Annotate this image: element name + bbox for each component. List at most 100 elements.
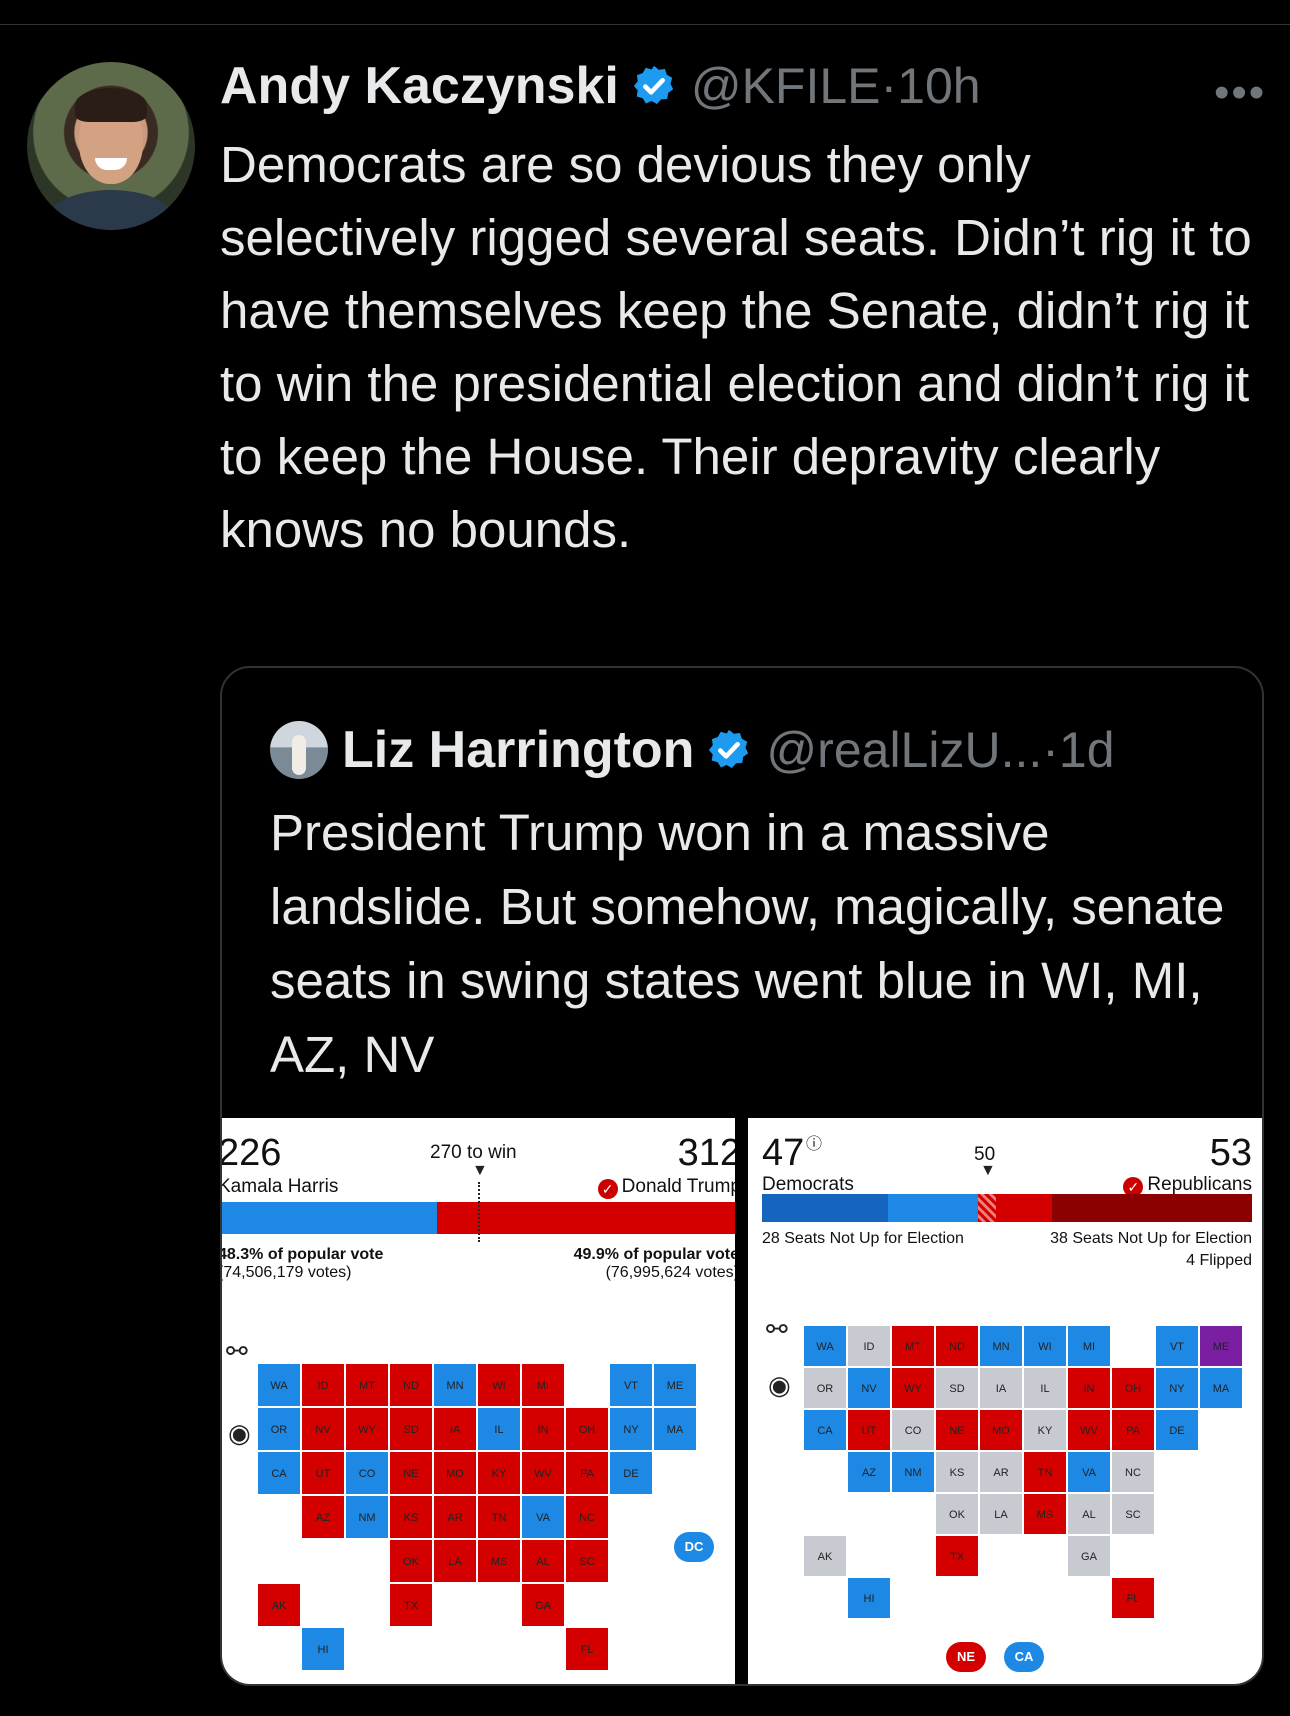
quoted-author-name[interactable]: Liz Harrington [342, 720, 694, 780]
state-label-ky: KY [1038, 1425, 1053, 1437]
state-label-nd: ND [403, 1380, 419, 1392]
state-label-in: IN [1084, 1383, 1095, 1395]
state-label-la: LA [448, 1556, 462, 1568]
verified-badge-icon [633, 65, 673, 105]
state-label-nm: NM [904, 1467, 921, 1479]
threshold-arrow-icon: ▼ [472, 1162, 488, 1179]
state-label-il: IL [1040, 1383, 1049, 1395]
state-label-vt: VT [624, 1380, 638, 1392]
state-label-ok: OK [949, 1509, 966, 1521]
info-icon[interactable]: ⓘ [806, 1130, 822, 1154]
state-label-wa: WA [270, 1380, 288, 1392]
dem-popular-vote: 48.3% of popular vote [222, 1246, 384, 1263]
threshold-line [478, 1182, 480, 1242]
state-label-vt: VT [1170, 1341, 1184, 1353]
state-label-nc: NC [579, 1512, 595, 1524]
winner-check-icon: ✓ [597, 1179, 618, 1199]
dem-seat-count: 47 [762, 1132, 805, 1174]
state-label-wy: WY [358, 1424, 376, 1436]
state-label-az: AZ [862, 1467, 876, 1479]
quoted-author-handle-time[interactable]: @realLizU...·1d [766, 721, 1114, 779]
state-label-sc: SC [1125, 1509, 1140, 1521]
state-label-ga: GA [1081, 1551, 1098, 1563]
rep-not-up-segment [1052, 1194, 1252, 1222]
state-label-me: ME [667, 1380, 684, 1392]
state-label-mn: MN [992, 1341, 1009, 1353]
dem-vote-count: (74,506,179 votes) [222, 1264, 352, 1281]
win-threshold-label: 270 to win [430, 1142, 517, 1163]
verified-badge-icon [709, 729, 749, 769]
rep-candidate-label: ✓ Donald Trump [597, 1176, 735, 1199]
rep-party-name: Republicans [1147, 1174, 1252, 1195]
state-label-de: DE [623, 1468, 638, 1480]
state-label-nc: NC [1125, 1467, 1141, 1479]
rep-candidate-name: Donald Trump [621, 1176, 735, 1197]
state-label-ak: AK [272, 1600, 287, 1612]
state-label-ak: AK [818, 1551, 833, 1563]
senate-seat-bar [762, 1194, 1252, 1222]
state-label-ks: KS [404, 1512, 419, 1524]
presidential-results-image[interactable]: 226 Kamala Harris 270 to win ▼ 312 ✓ Dona… [222, 1118, 735, 1684]
rep-won-segment [996, 1194, 1052, 1222]
state-label-fl: FL [1127, 1593, 1140, 1605]
state-label-tx: TX [404, 1600, 419, 1612]
author-avatar[interactable] [27, 62, 195, 230]
author-handle-time[interactable]: @KFILE·10h [691, 57, 981, 115]
state-label-mt: MT [359, 1380, 375, 1392]
state-label-ma: MA [667, 1424, 684, 1436]
dem-ev-count: 226 [222, 1132, 282, 1174]
quoted-tweet-header: Liz Harrington @realLizU...·1d [342, 718, 1115, 782]
dem-not-up-segment [762, 1194, 888, 1222]
author-name[interactable]: Andy Kaczynski [220, 56, 619, 116]
state-label-pa: PA [1126, 1425, 1141, 1437]
state-label-ne: NE [403, 1468, 418, 1480]
state-label-ny: NY [1169, 1383, 1185, 1395]
state-label-ok: OK [403, 1556, 420, 1568]
state-label-wv: WV [534, 1468, 552, 1480]
state-label-ma: MA [1213, 1383, 1230, 1395]
state-label-il: IL [494, 1424, 503, 1436]
rep-ev-bar [437, 1202, 735, 1234]
ca-special-badge[interactable]: CA [1004, 1642, 1044, 1672]
state-label-la: LA [994, 1509, 1008, 1521]
state-label-hi: HI [318, 1644, 329, 1656]
state-label-ky: KY [492, 1468, 507, 1480]
state-label-wv: WV [1080, 1425, 1098, 1437]
more-icon[interactable]: ••• [1214, 68, 1266, 118]
senate-results-image[interactable]: 47 ⓘ Democrats 50 ▼ 53 ✓ Republicans 28 S… [748, 1118, 1262, 1684]
tweet-header: Andy Kaczynski @KFILE·10h [220, 56, 981, 116]
avatar-shirt [47, 190, 175, 230]
flipped-segment [978, 1194, 996, 1222]
quoted-author-avatar[interactable] [270, 721, 328, 779]
dem-candidate-name: Kamala Harris [222, 1176, 339, 1197]
rep-ev-count: 312 [677, 1132, 735, 1174]
state-label-mt: MT [905, 1341, 921, 1353]
state-label-ms: MS [1037, 1509, 1054, 1521]
state-label-wa: WA [816, 1341, 834, 1353]
state-label-ia: IA [450, 1424, 461, 1436]
state-label-az: AZ [316, 1512, 330, 1524]
flipped-label: 4 Flipped [1186, 1252, 1252, 1269]
state-label-nv: NV [315, 1424, 331, 1436]
dem-ev-bar [222, 1202, 437, 1234]
tweet-text: Democrats are so devious they only selec… [220, 136, 1252, 558]
state-label-oh: OH [579, 1424, 596, 1436]
state-label-id: ID [864, 1341, 875, 1353]
state-label-ks: KS [950, 1467, 965, 1479]
state-label-de: DE [1169, 1425, 1184, 1437]
dc-badge[interactable]: DC [674, 1532, 714, 1562]
state-label-or: OR [817, 1383, 834, 1395]
state-label-or: OR [271, 1424, 288, 1436]
state-label-co: CO [905, 1425, 922, 1437]
avatar-hair [75, 88, 147, 122]
ne-special-badge[interactable]: NE [946, 1642, 986, 1672]
state-label-mo: MO [992, 1425, 1010, 1437]
state-label-mi: MI [1083, 1341, 1095, 1353]
threshold-arrow-icon: ▼ [980, 1162, 996, 1179]
senate-us-map: WA OR CA NV ID MT WY UT AZ CO NM ND SD NE KS OK TX MN IA MO… [804, 1326, 1242, 1618]
dem-won-segment [888, 1194, 978, 1222]
quoted-tweet[interactable]: Liz Harrington @realLizU...·1d President… [220, 666, 1264, 1686]
rep-popular-vote: 49.9% of popular vote [573, 1246, 735, 1263]
state-label-in: IN [538, 1424, 549, 1436]
state-label-sd: SD [403, 1424, 418, 1436]
